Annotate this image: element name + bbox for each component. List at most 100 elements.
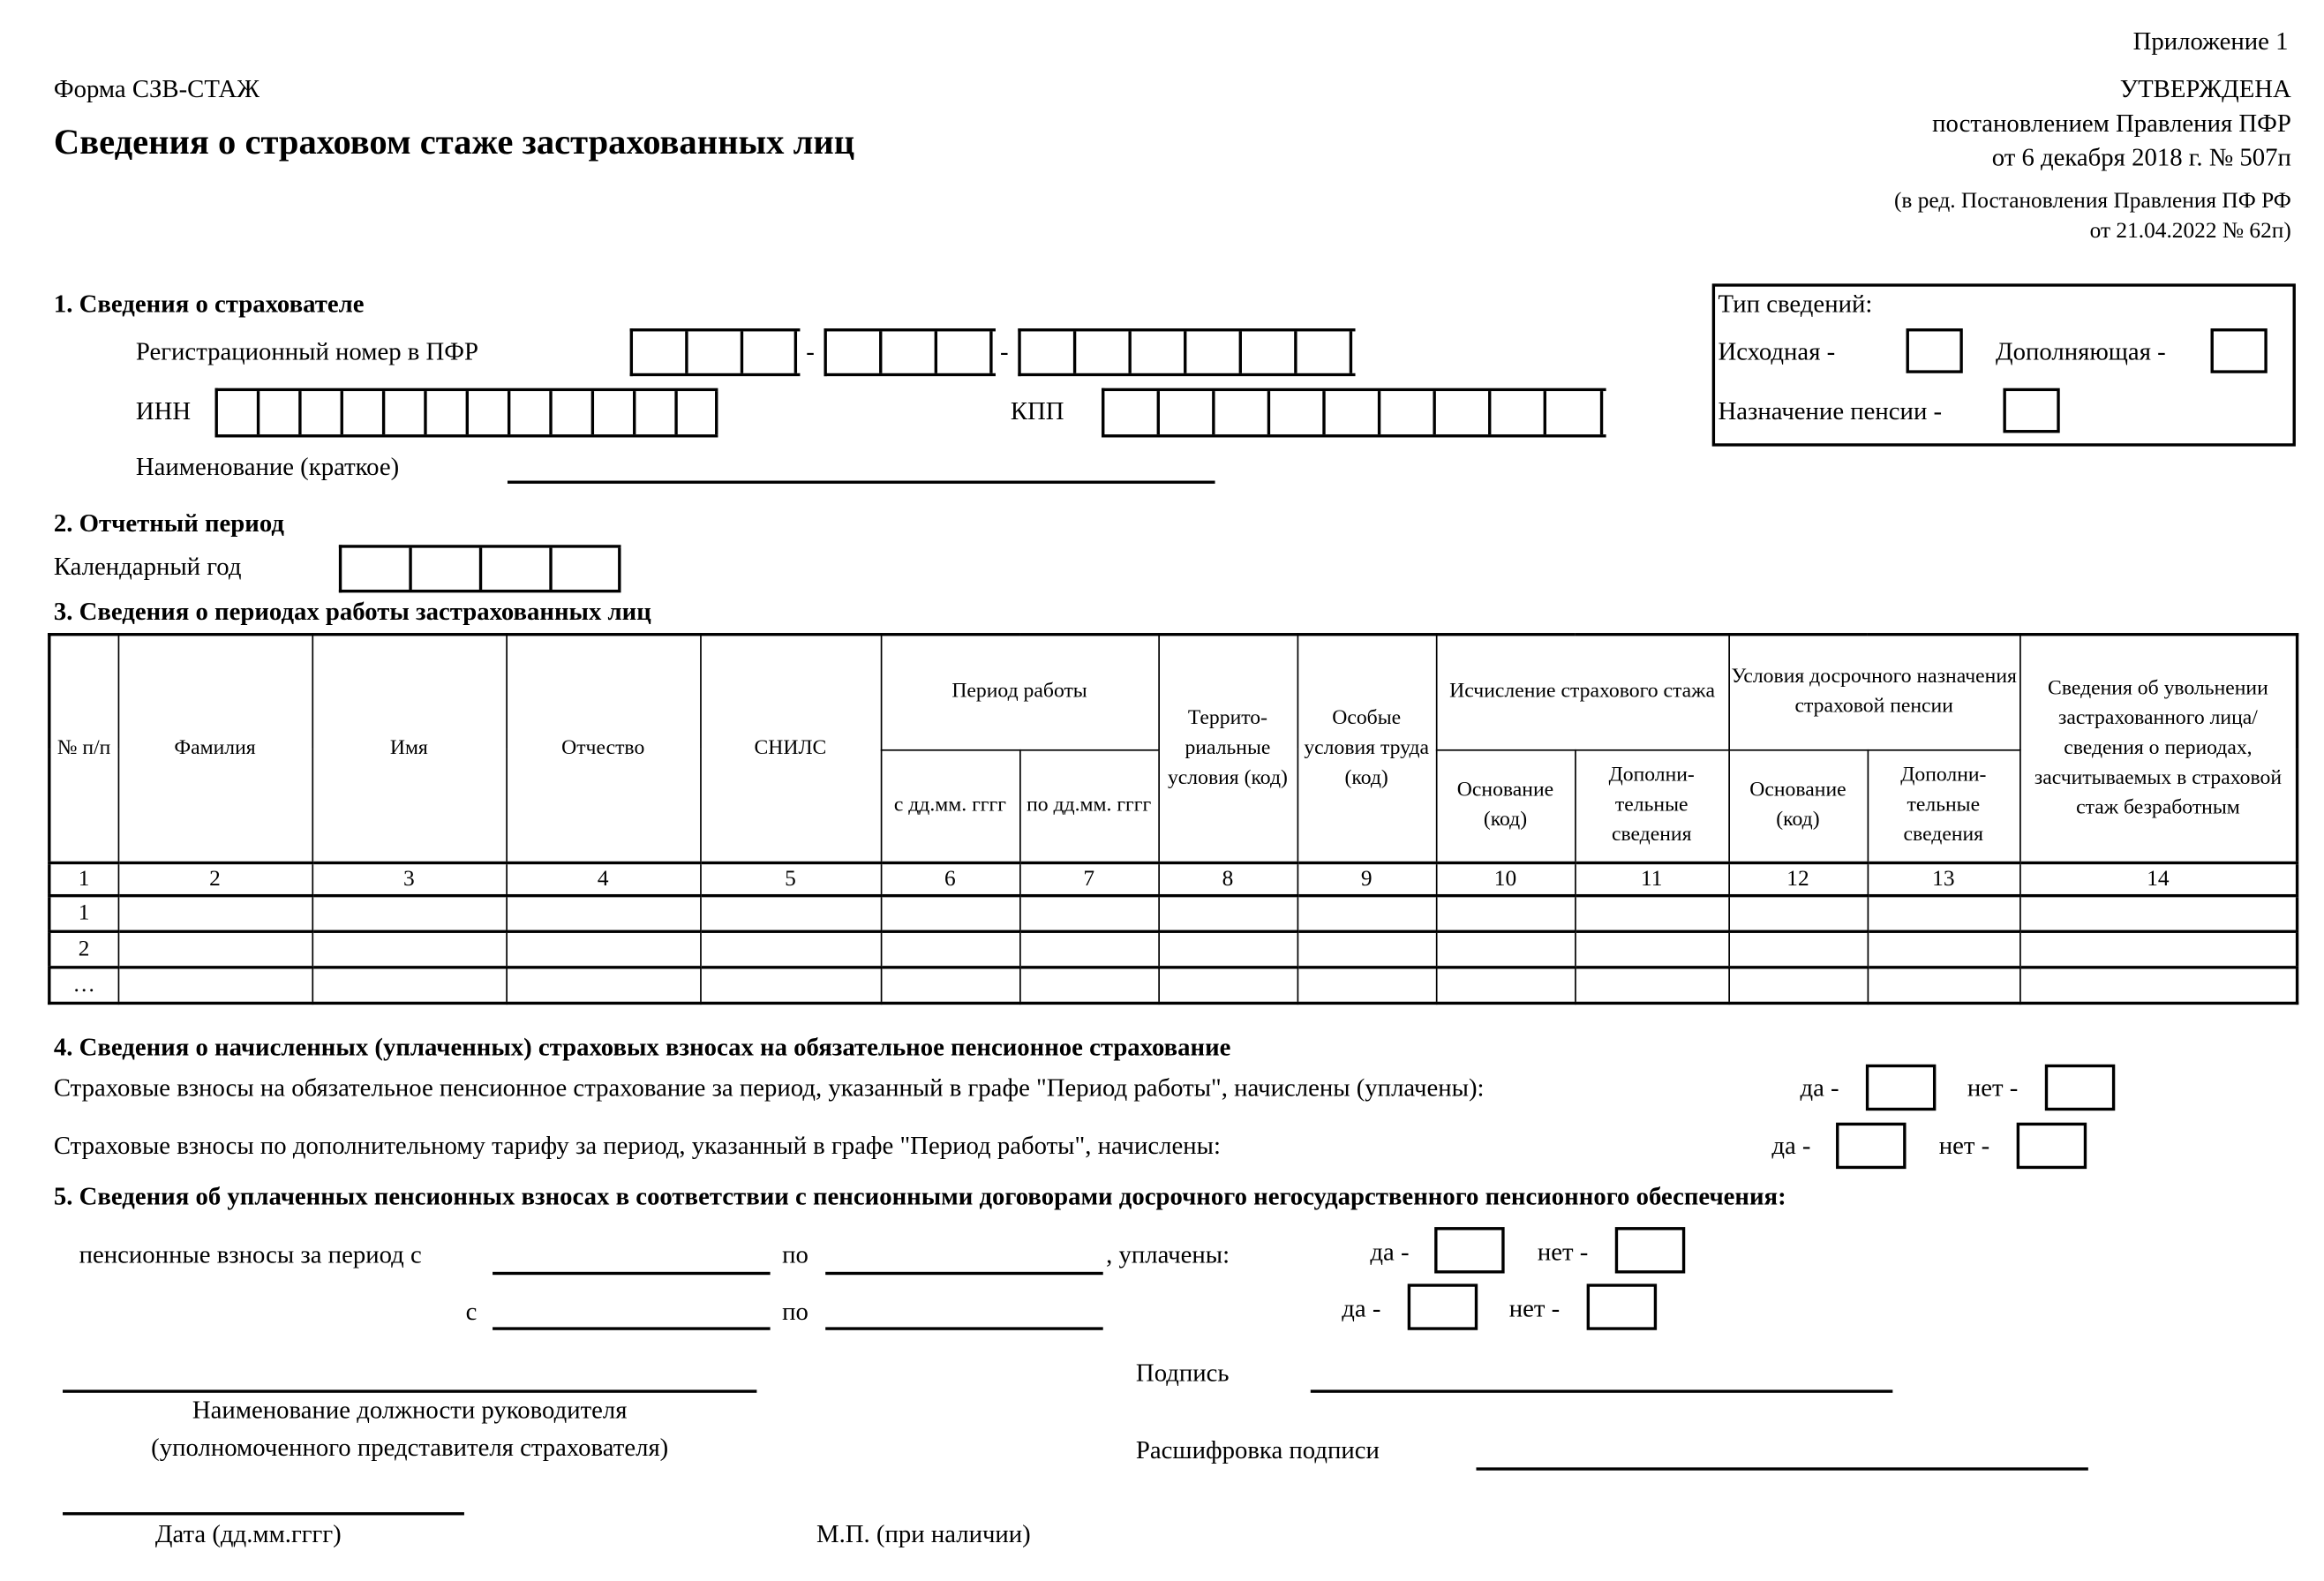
- table-cell[interactable]: [1574, 893, 1730, 933]
- period2-no-checkbox[interactable]: [1586, 1284, 1658, 1330]
- table-cell[interactable]: [699, 893, 882, 933]
- reg-number-part2[interactable]: [824, 328, 996, 377]
- digit-cell[interactable]: [1215, 391, 1271, 435]
- table-cell[interactable]: [1434, 930, 1576, 968]
- digit-cell[interactable]: [343, 391, 386, 435]
- pension-checkbox[interactable]: [2003, 388, 2060, 433]
- digit-cell[interactable]: [1491, 391, 1546, 435]
- digit-cell[interactable]: [1297, 331, 1353, 373]
- kpp-field[interactable]: [1102, 388, 1606, 438]
- digit-cell[interactable]: [469, 391, 511, 435]
- table-cell[interactable]: [1019, 893, 1160, 933]
- digit-cell[interactable]: [342, 547, 412, 590]
- table-cell[interactable]: [1296, 930, 1437, 968]
- digit-cell[interactable]: [553, 547, 621, 590]
- table-cell[interactable]: [1727, 966, 1869, 1005]
- table-cell[interactable]: [1866, 893, 2020, 933]
- period1-to-input[interactable]: [825, 1271, 1103, 1276]
- period2-yes-checkbox[interactable]: [1407, 1284, 1478, 1330]
- digit-cell[interactable]: [553, 391, 595, 435]
- digit-cell[interactable]: [1021, 331, 1077, 373]
- table-cell[interactable]: [1296, 893, 1437, 933]
- position-input-line[interactable]: [63, 1389, 757, 1393]
- contributions-yes-checkbox[interactable]: [1865, 1064, 1937, 1111]
- table-cell[interactable]: [879, 893, 1020, 933]
- table-cell[interactable]: [505, 893, 701, 933]
- table-cell[interactable]: [117, 893, 313, 933]
- digit-cell[interactable]: [1380, 391, 1436, 435]
- period2-from-input[interactable]: [493, 1327, 771, 1330]
- digit-cell[interactable]: [1186, 331, 1242, 373]
- digit-cell[interactable]: [1326, 391, 1381, 435]
- decode-input-line[interactable]: [1476, 1467, 2088, 1471]
- digit-cell[interactable]: [1242, 331, 1297, 373]
- signature-input-line[interactable]: [1310, 1389, 1893, 1393]
- digit-cell[interactable]: [937, 331, 993, 373]
- digit-cell[interactable]: [1436, 391, 1492, 435]
- digit-cell[interactable]: [510, 391, 553, 435]
- digit-cell[interactable]: [1076, 331, 1132, 373]
- digit-cell[interactable]: [1546, 391, 1604, 435]
- date-input-line[interactable]: [63, 1512, 464, 1516]
- digit-cell[interactable]: [427, 391, 470, 435]
- period1-from-input[interactable]: [493, 1271, 771, 1276]
- table-cell[interactable]: [117, 930, 313, 968]
- period2-to-input[interactable]: [825, 1327, 1103, 1330]
- table-cell[interactable]: [1019, 930, 1160, 968]
- table-cell[interactable]: [1727, 930, 1869, 968]
- table-cell[interactable]: [2019, 966, 2298, 1005]
- table-cell[interactable]: [1019, 966, 1160, 1005]
- table-cell[interactable]: [311, 930, 508, 968]
- digit-cell[interactable]: [688, 331, 744, 373]
- table-cell[interactable]: [1434, 893, 1576, 933]
- digit-cell[interactable]: [594, 391, 636, 435]
- digit-cell[interactable]: [827, 331, 883, 373]
- digit-cell[interactable]: [412, 547, 483, 590]
- digit-cell[interactable]: [743, 331, 798, 373]
- table-cell[interactable]: [1866, 966, 2020, 1005]
- table-row[interactable]: …: [48, 966, 2298, 1005]
- table-cell[interactable]: [879, 966, 1020, 1005]
- digit-cell[interactable]: [482, 547, 553, 590]
- digit-cell[interactable]: [218, 391, 260, 435]
- table-row[interactable]: 2: [48, 930, 2298, 968]
- table-cell[interactable]: [311, 893, 508, 933]
- table-cell[interactable]: [879, 930, 1020, 968]
- period1-yes-checkbox[interactable]: [1434, 1227, 1505, 1274]
- table-cell[interactable]: [505, 966, 701, 1005]
- supplementary-checkbox[interactable]: [2210, 328, 2268, 373]
- digit-cell[interactable]: [259, 391, 302, 435]
- table-cell[interactable]: [2019, 930, 2298, 968]
- digit-cell[interactable]: [633, 331, 688, 373]
- table-cell[interactable]: [505, 930, 701, 968]
- digit-cell[interactable]: [385, 391, 427, 435]
- table-cell[interactable]: [1574, 966, 1730, 1005]
- table-cell[interactable]: [1157, 930, 1298, 968]
- year-field[interactable]: [338, 545, 621, 593]
- extra-tariff-no-checkbox[interactable]: [2016, 1122, 2087, 1170]
- digit-cell[interactable]: [1104, 391, 1160, 435]
- digit-cell[interactable]: [636, 391, 678, 435]
- table-cell[interactable]: [1727, 893, 1869, 933]
- table-cell[interactable]: [1866, 930, 2020, 968]
- table-cell[interactable]: [1296, 966, 1437, 1005]
- extra-tariff-yes-checkbox[interactable]: [1836, 1122, 1907, 1170]
- table-cell[interactable]: [117, 966, 313, 1005]
- contributions-no-checkbox[interactable]: [2044, 1064, 2116, 1111]
- table-cell[interactable]: [311, 966, 508, 1005]
- original-checkbox[interactable]: [1906, 328, 1963, 373]
- digit-cell[interactable]: [302, 391, 343, 435]
- digit-cell[interactable]: [1160, 391, 1215, 435]
- inn-field[interactable]: [214, 388, 718, 438]
- table-cell[interactable]: [2019, 893, 2298, 933]
- table-cell[interactable]: [699, 930, 882, 968]
- digit-cell[interactable]: [678, 391, 718, 435]
- period1-no-checkbox[interactable]: [1614, 1227, 1686, 1274]
- digit-cell[interactable]: [882, 331, 938, 373]
- table-cell[interactable]: [1574, 930, 1730, 968]
- name-input-line[interactable]: [507, 480, 1215, 484]
- table-cell[interactable]: [1157, 966, 1298, 1005]
- table-cell[interactable]: [1157, 893, 1298, 933]
- table-row[interactable]: 1: [48, 893, 2298, 933]
- digit-cell[interactable]: [1132, 331, 1187, 373]
